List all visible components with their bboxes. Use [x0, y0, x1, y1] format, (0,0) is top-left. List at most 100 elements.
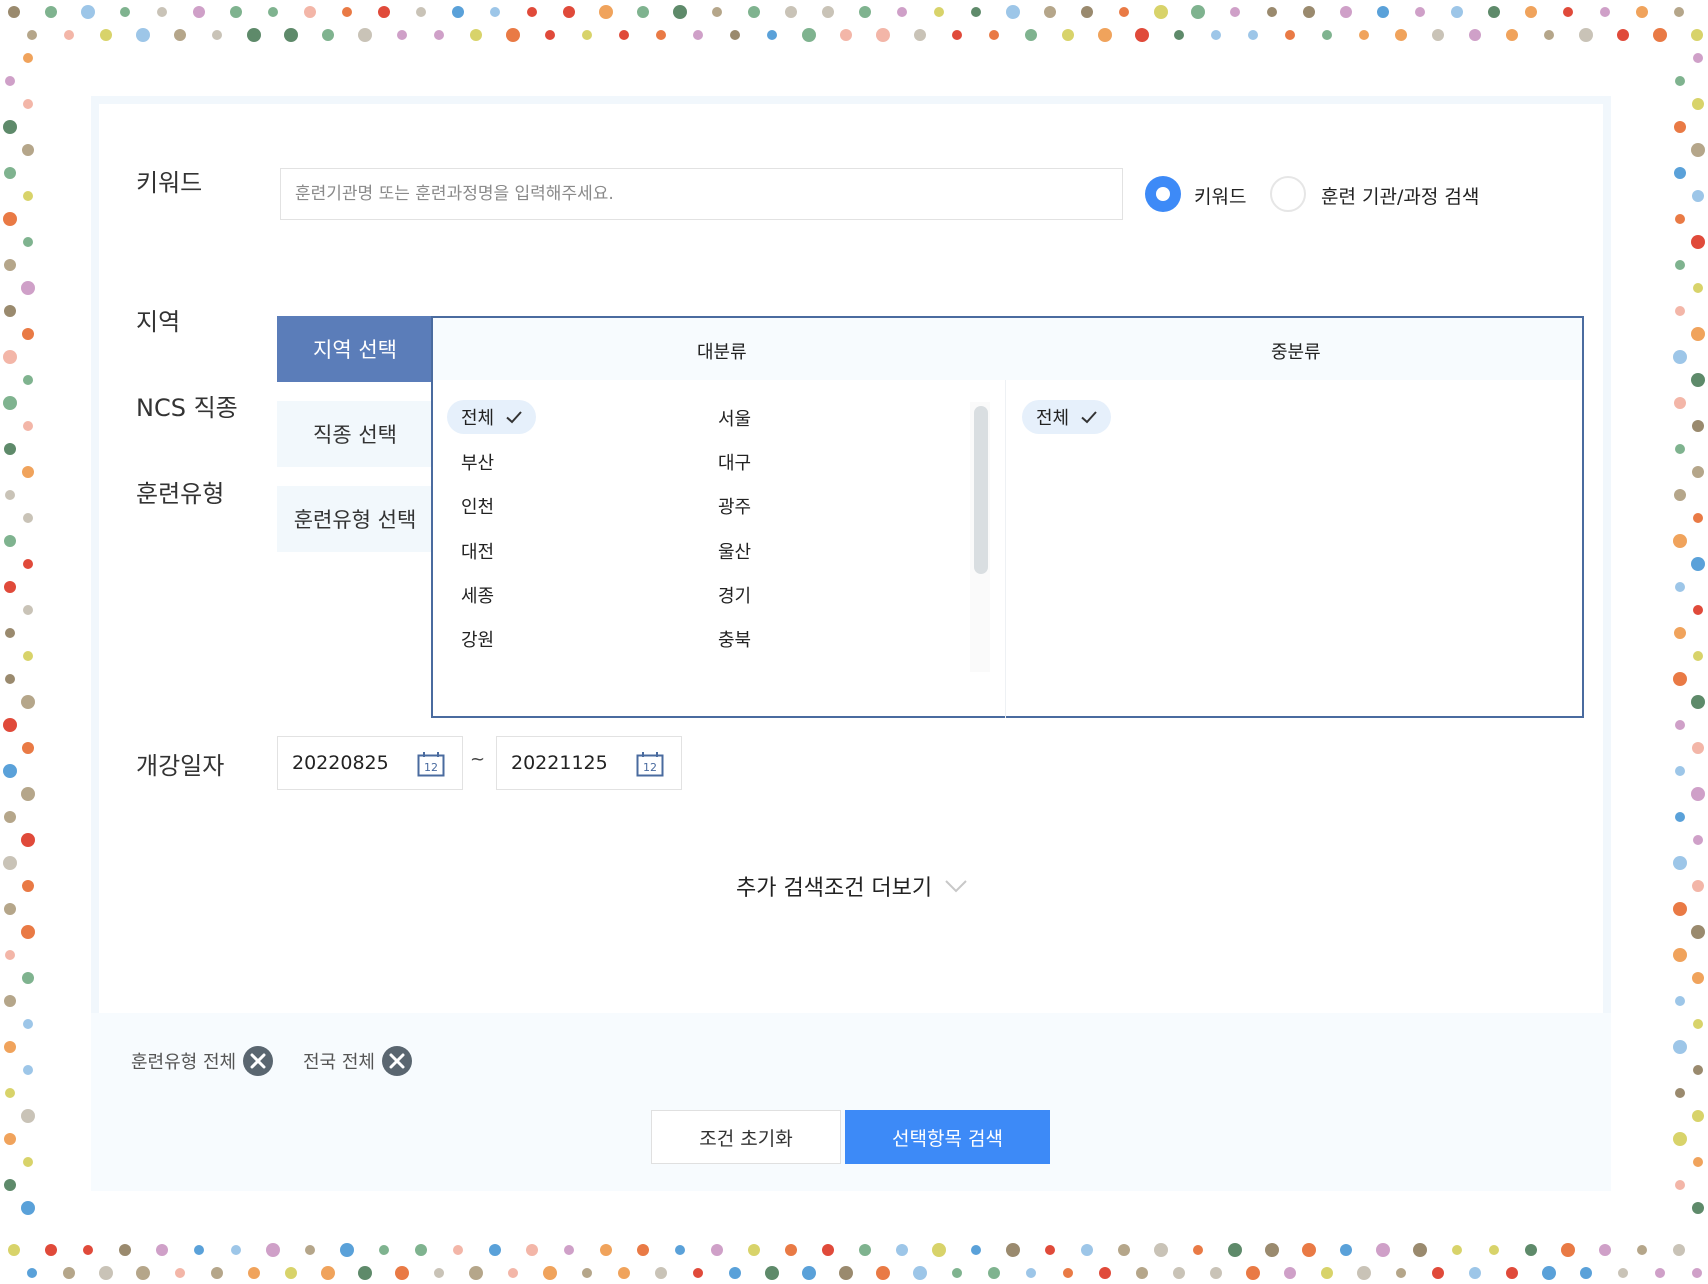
- polka-dot: [506, 28, 520, 42]
- radio-org-course-label[interactable]: 훈련 기관/과정 검색: [1321, 182, 1479, 209]
- polka-dot: [1544, 30, 1554, 40]
- polka-dot: [340, 1243, 354, 1257]
- polka-dot: [5, 76, 15, 86]
- polka-dot: [1674, 167, 1686, 179]
- polka-dot: [1469, 29, 1481, 41]
- polka-dot: [1691, 787, 1705, 801]
- keyword-input[interactable]: [280, 168, 1123, 220]
- polka-dot: [1413, 1243, 1427, 1257]
- radio-keyword[interactable]: [1145, 176, 1181, 212]
- chevron-down-icon: [945, 880, 967, 893]
- polka-dot: [322, 29, 334, 41]
- polka-dot: [1674, 7, 1684, 17]
- polka-dot: [5, 1088, 15, 1098]
- region-item[interactable]: 울산: [718, 538, 751, 564]
- polka-dot: [1098, 28, 1112, 42]
- tab-training-type-select[interactable]: 훈련유형 선택: [277, 486, 433, 552]
- minor-item-label: 전체: [1036, 408, 1070, 429]
- polka-dot: [563, 6, 575, 18]
- radio-keyword-label[interactable]: 키워드: [1194, 182, 1246, 209]
- remove-tag-icon[interactable]: [381, 1045, 413, 1077]
- polka-dot: [1673, 534, 1687, 548]
- polka-dot: [1674, 627, 1686, 639]
- polka-dot: [358, 1266, 372, 1280]
- polka-dot: [1675, 76, 1685, 86]
- polka-dot: [526, 1244, 538, 1256]
- polka-dot: [4, 535, 16, 547]
- region-item[interactable]: 강원: [461, 626, 494, 652]
- polka-dot: [3, 764, 17, 778]
- polka-dot: [3, 718, 17, 732]
- region-item[interactable]: 대전: [461, 538, 494, 564]
- minor-item-selected[interactable]: 전체: [1022, 400, 1112, 434]
- polka-dot: [23, 375, 33, 385]
- polka-dot: [1692, 420, 1704, 432]
- more-conditions-toggle[interactable]: 추가 검색조건 더보기: [736, 870, 968, 902]
- polka-dot: [1267, 7, 1277, 17]
- polka-dot: [1432, 29, 1444, 41]
- region-item[interactable]: 광주: [718, 493, 751, 519]
- calendar-icon[interactable]: 12: [417, 751, 445, 777]
- polka-dot: [1693, 283, 1703, 293]
- polka-dot: [3, 350, 17, 364]
- polka-dot: [1265, 1243, 1279, 1257]
- polka-dot: [4, 259, 16, 271]
- polka-dot: [876, 28, 890, 42]
- region-item[interactable]: 대구: [718, 449, 751, 475]
- polka-dot: [4, 443, 16, 455]
- region-item[interactable]: 세종: [461, 582, 494, 608]
- end-date-field[interactable]: 20221125 12: [496, 736, 682, 790]
- polka-dot: [1693, 835, 1703, 845]
- polka-dot: [730, 30, 740, 40]
- calendar-icon[interactable]: 12: [636, 751, 664, 777]
- polka-dot: [1692, 1202, 1704, 1214]
- polka-dot: [3, 856, 17, 870]
- polka-dot: [3, 120, 17, 134]
- polka-dot: [1395, 29, 1407, 41]
- date-range-separator: ~: [470, 749, 486, 770]
- tab-region-select[interactable]: 지역 선택: [277, 316, 433, 382]
- polka-dot: [469, 1266, 483, 1280]
- polka-dot: [8, 6, 20, 18]
- polka-dot: [3, 212, 17, 226]
- polka-dot: [765, 1266, 779, 1280]
- region-item-selected[interactable]: 전체: [447, 400, 537, 434]
- polka-dot: [230, 6, 242, 18]
- polka-dot: [119, 1244, 131, 1256]
- polka-dot: [211, 1267, 223, 1279]
- polka-dot: [174, 29, 186, 41]
- polka-dot: [1617, 29, 1629, 41]
- reset-conditions-button[interactable]: 조건 초기화: [651, 1110, 841, 1164]
- polka-dot: [1006, 1243, 1020, 1257]
- region-item[interactable]: 충북: [718, 626, 751, 652]
- polka-dot: [637, 6, 649, 18]
- radio-org-course[interactable]: [1270, 176, 1306, 212]
- polka-dot: [1675, 766, 1685, 776]
- start-date-field[interactable]: 20220825 12: [277, 736, 463, 790]
- polka-dot: [3, 396, 17, 410]
- remove-tag-icon[interactable]: [242, 1045, 274, 1077]
- polka-dot: [4, 903, 16, 915]
- region-item[interactable]: 부산: [461, 449, 494, 475]
- polka-dot: [4, 811, 16, 823]
- polka-dot: [4, 305, 16, 317]
- region-item[interactable]: 서울: [718, 405, 751, 431]
- polka-dot: [1376, 1243, 1390, 1257]
- polka-dot: [21, 1201, 35, 1215]
- scrollbar-thumb[interactable]: [974, 406, 988, 574]
- search-selected-button[interactable]: 선택항목 검색: [845, 1110, 1050, 1164]
- polka-dot: [1359, 30, 1369, 40]
- tab-job-select[interactable]: 직종 선택: [277, 401, 433, 467]
- polka-dot: [785, 1244, 797, 1256]
- polka-dot: [1673, 948, 1687, 962]
- region-item[interactable]: 경기: [718, 582, 751, 608]
- polka-dot: [952, 30, 962, 40]
- polka-dot: [675, 1245, 685, 1255]
- polka-dot: [1674, 489, 1686, 501]
- svg-text:12: 12: [424, 761, 438, 774]
- polka-dot: [64, 30, 74, 40]
- region-item[interactable]: 인천: [461, 493, 494, 519]
- polka-dot: [1637, 1245, 1647, 1255]
- polka-dot: [1655, 1268, 1665, 1278]
- polka-dot: [284, 28, 298, 42]
